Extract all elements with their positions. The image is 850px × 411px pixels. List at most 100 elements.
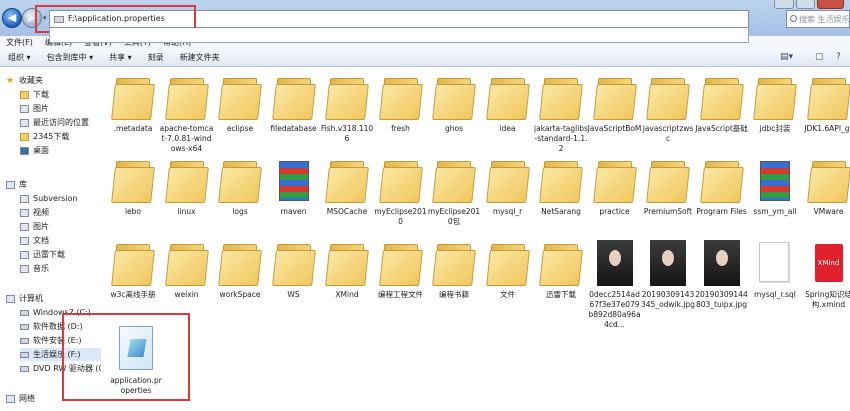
- file-label: fresh: [391, 124, 410, 133]
- photo-icon: [595, 240, 635, 286]
- sidebar-libraries[interactable]: 库: [6, 178, 101, 191]
- file-label: myEclipse2010包: [427, 207, 481, 226]
- search-placeholder: 搜索 生活娱乐: [799, 15, 850, 24]
- folder-icon: [699, 74, 744, 120]
- file-label: 文件: [500, 290, 515, 299]
- sidebar-item-documents[interactable]: 文档: [20, 234, 101, 247]
- file-item[interactable]: 20190309144803_tuipx.jpg: [695, 240, 749, 345]
- file-label: 20190309143345_odwik.jpg: [641, 290, 695, 309]
- sidebar-item-desktop[interactable]: 桌面: [20, 144, 101, 157]
- search-icon: [790, 15, 797, 22]
- folder-icon: [378, 240, 423, 286]
- file-label: 编程书籍: [439, 290, 469, 299]
- file-label: JDK1.6API_gr: [804, 124, 850, 133]
- sidebar-item-subversion[interactable]: Subversion: [20, 192, 101, 205]
- file-label: maven: [280, 207, 307, 216]
- file-item[interactable]: 20190309143345_odwik.jpg: [641, 240, 695, 345]
- new-folder-button[interactable]: 新建文件夹: [172, 52, 228, 63]
- file-label: WS: [287, 290, 300, 299]
- sidebar-item-2345[interactable]: 2345下载: [20, 130, 101, 143]
- file-label: Spring知识结构.xmind: [805, 290, 850, 309]
- file-label: mysql_r.sql: [754, 290, 796, 299]
- file-label: jakarta-taglibs-standard-1.1.2: [534, 124, 588, 153]
- sidebar-item-music[interactable]: 音乐: [20, 262, 101, 275]
- menu-file[interactable]: 文件(F): [0, 37, 39, 48]
- folder-icon: [432, 74, 476, 120]
- folder-icon: [111, 157, 155, 203]
- sidebar-item-videos[interactable]: 视频: [20, 206, 101, 219]
- zip-icon: [274, 157, 314, 203]
- include-in-library-button[interactable]: 包含到库中 ▾: [39, 52, 102, 63]
- file-label: MSOCache: [326, 207, 368, 216]
- sidebar-item-recent[interactable]: 最近访问的位置: [20, 116, 101, 129]
- help-icon[interactable]: ?: [836, 52, 841, 62]
- file-label: filedatabase: [270, 124, 317, 133]
- folder-icon: [539, 157, 583, 203]
- file-item[interactable]: WS: [267, 240, 321, 345]
- download-folder-icon: [20, 90, 29, 99]
- minimize-button[interactable]: [774, 0, 794, 9]
- back-button[interactable]: ◀: [2, 8, 22, 28]
- command-toolbar: 组织 ▾ 包含到库中 ▾ 共享 ▾ 刻录 新建文件夹 ▤▾ ▢ ?: [0, 49, 850, 67]
- folder-icon: [164, 157, 209, 203]
- file-item[interactable]: mysql_r.sql: [748, 240, 802, 345]
- file-list-view: .metadata apache-tomcat-7.0.81-windows-x6…: [101, 68, 850, 411]
- folder-icon: [539, 240, 583, 286]
- maximize-button[interactable]: [795, 0, 816, 9]
- file-item[interactable]: XMind Spring知识结构.xmind: [802, 240, 850, 345]
- file-item[interactable]: 编程书籍: [427, 240, 481, 345]
- close-button[interactable]: [817, 0, 844, 9]
- selected-file-highlight-box: [62, 313, 190, 401]
- folder-icon: [539, 74, 583, 120]
- file-item[interactable]: 迅雷下载: [534, 240, 588, 345]
- address-suggestion-dropdown[interactable]: [49, 28, 749, 43]
- folder-icon: [485, 74, 530, 120]
- folder-icon: [218, 74, 262, 120]
- file-label: JavaScript基础: [695, 124, 748, 133]
- file-item[interactable]: 0decc2514ad67f3e37e079b892d80a96a4cd...: [588, 240, 642, 345]
- share-button[interactable]: 共享 ▾: [101, 52, 140, 63]
- library-icon: [6, 180, 15, 189]
- network-icon: [6, 394, 15, 403]
- sidebar-item-lib-pictures[interactable]: 图片: [20, 220, 101, 233]
- search-input[interactable]: 搜索 生活娱乐: [786, 10, 850, 28]
- file-item[interactable]: 编程工程文件: [374, 240, 428, 345]
- file-label: ghos: [444, 124, 463, 133]
- file-item[interactable]: XMind: [320, 240, 374, 345]
- folder-icon: [111, 240, 155, 286]
- file-label: lebo: [124, 207, 142, 216]
- file-label: 0decc2514ad67f3e37e079b892d80a96a4cd...: [588, 290, 641, 329]
- file-label: jdbc封装: [759, 124, 791, 133]
- drive-icon: [20, 337, 29, 344]
- burn-button[interactable]: 刻录: [140, 52, 172, 63]
- file-label: myEclipse2010: [374, 207, 427, 226]
- folder-icon: [699, 157, 744, 203]
- preview-pane-icon[interactable]: ▢: [815, 52, 824, 62]
- folder-icon: [753, 74, 797, 120]
- file-label: VMware: [813, 207, 844, 216]
- sidebar-computer[interactable]: 计算机: [6, 292, 101, 305]
- sidebar-item-thunder[interactable]: 迅雷下载: [20, 248, 101, 261]
- folder-icon: [164, 74, 209, 120]
- sidebar-item-downloads[interactable]: 下载: [20, 88, 101, 101]
- zip-icon: [755, 157, 795, 203]
- organize-button[interactable]: 组织 ▾: [0, 52, 39, 63]
- documents-icon: [20, 236, 29, 245]
- file-item[interactable]: workSpace: [213, 240, 267, 345]
- folder-icon: [485, 157, 530, 203]
- sidebar-item-pictures[interactable]: 图片: [20, 102, 101, 115]
- music-icon: [20, 264, 29, 273]
- explorer-window: { "address": {"path": "F:\\application.p…: [0, 0, 850, 411]
- photo-icon: [648, 240, 688, 286]
- subversion-icon: [20, 194, 29, 203]
- folder-icon: [432, 240, 476, 286]
- sidebar-favorites[interactable]: ★ 收藏夹: [6, 74, 101, 87]
- folder-icon: [218, 240, 262, 286]
- file-label: JavaScriptBoM: [587, 124, 642, 133]
- folder-icon: [325, 74, 369, 120]
- photo-icon: [702, 240, 742, 286]
- file-item[interactable]: 文件: [481, 240, 535, 345]
- folder-icon: [592, 157, 637, 203]
- file-label: apache-tomcat-7.0.81-windows-x64: [159, 124, 214, 153]
- view-options-icon[interactable]: ▤▾: [780, 52, 793, 62]
